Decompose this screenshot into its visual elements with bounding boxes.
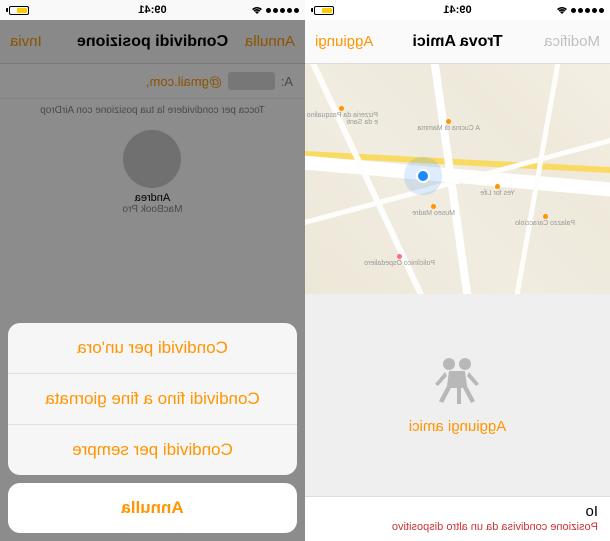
map-view[interactable]: Pizzeria da Pasqualino e da Santi A Cuci… (305, 64, 610, 294)
find-friends-screen: 09:41 Modifica Trova Amici Aggiungi Pizz… (305, 0, 610, 541)
me-subtitle: Posizione condivisa da un altro disposit… (317, 521, 598, 533)
status-bar: 09:41 (0, 0, 305, 20)
battery-icon (311, 6, 334, 15)
status-time: 09:41 (0, 4, 305, 16)
map-poi: Museo Madre (412, 204, 455, 217)
battery-icon (6, 6, 29, 15)
page-title: Trova Amici (375, 33, 540, 51)
map-poi: A Cucina di Mamma (417, 119, 480, 132)
me-title: Io (317, 503, 598, 520)
status-time: 09:41 (305, 4, 610, 16)
action-sheet-cancel-button[interactable]: Annulla (8, 483, 297, 533)
status-bar: 09:41 (305, 0, 610, 20)
share-forever-option[interactable]: Condividi per sempre (8, 425, 297, 475)
me-row[interactable]: Io Posizione condivisa da un altro dispo… (305, 496, 610, 541)
edit-button[interactable]: Modifica (540, 33, 600, 50)
share-one-hour-option[interactable]: Condividi per un'ora (8, 323, 297, 374)
add-friends-panel[interactable]: Aggiungi amici (305, 294, 610, 496)
map-poi: Palazzo Caracciolo (515, 214, 575, 227)
action-sheet-overlay[interactable]: Condividi per un'ora Condividi fino a fi… (0, 0, 305, 541)
action-sheet: Condividi per un'ora Condividi fino a fi… (8, 323, 297, 475)
map-poi: Yes for Life (480, 184, 515, 197)
add-button[interactable]: Aggiungi (315, 33, 375, 50)
share-position-screen: 09:41 Annulla Condividi posizione Invia … (0, 0, 305, 541)
add-friends-label[interactable]: Aggiungi amici (409, 418, 507, 435)
nav-bar: Modifica Trova Amici Aggiungi (305, 20, 610, 64)
map-poi: Policlinico Ospedaliero (364, 254, 435, 267)
friends-icon (428, 356, 488, 406)
share-end-of-day-option[interactable]: Condividi fino a fine giornata (8, 374, 297, 425)
map-poi: Pizzeria da Pasqualino e da Santi (305, 106, 378, 126)
user-location-marker (416, 169, 430, 183)
